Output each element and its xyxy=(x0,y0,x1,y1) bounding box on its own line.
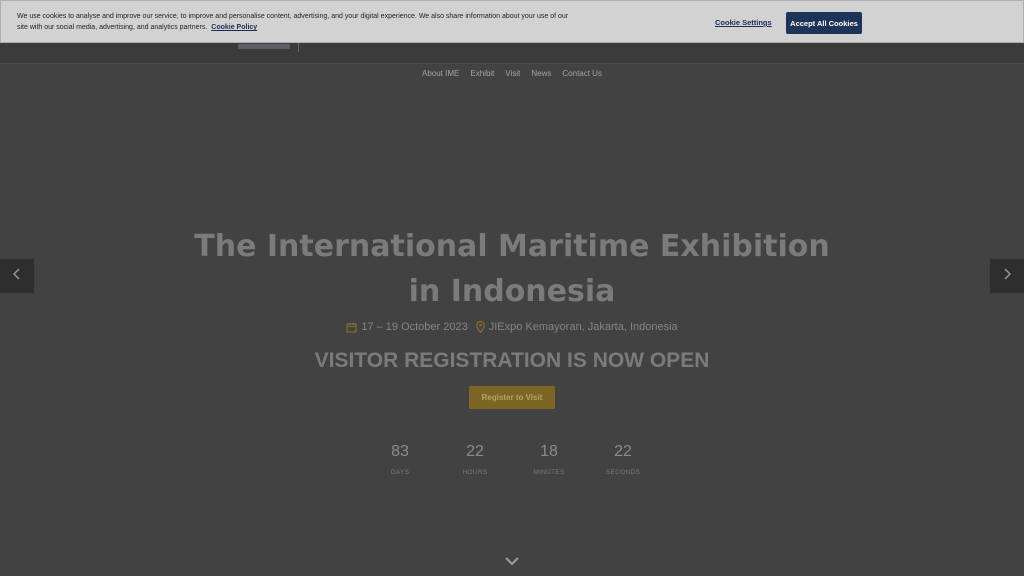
nav-contact-us[interactable]: Contact Us xyxy=(562,64,602,84)
cookie-banner: We use cookies to analyse and improve ou… xyxy=(0,0,1024,43)
cookie-policy-link[interactable]: Cookie Policy xyxy=(211,24,257,31)
hero-title-line-1: The International Maritime Exhibition xyxy=(194,229,830,264)
countdown-seconds: 22 SECONDS xyxy=(593,442,653,478)
hero-title-line-2: in Indonesia xyxy=(408,274,616,309)
countdown-hours: 22 HOURS xyxy=(445,442,505,478)
event-date: 17 – 19 October 2023 xyxy=(346,319,468,335)
scroll-down-button[interactable] xyxy=(504,554,520,566)
calendar-icon xyxy=(346,322,357,333)
countdown-minutes-label: MINUTES xyxy=(533,469,565,476)
countdown-hours-label: HOURS xyxy=(462,469,488,476)
nav-exhibit[interactable]: Exhibit xyxy=(470,64,494,84)
countdown-days-value: 83 xyxy=(391,443,409,460)
event-location-text: JIExpo Kemayoran, Jakarta, Indonesia xyxy=(488,321,678,333)
chevron-left-icon xyxy=(12,267,22,286)
map-pin-icon xyxy=(475,321,485,333)
cookie-message: We use cookies to analyse and improve ou… xyxy=(17,13,569,31)
registration-heading: VISITOR REGISTRATION IS NOW OPEN xyxy=(314,349,710,372)
countdown-minutes-value: 18 xyxy=(540,443,558,460)
cookie-message-block: We use cookies to analyse and improve ou… xyxy=(17,11,577,33)
register-to-visit-button[interactable]: Register to Visit xyxy=(469,386,555,409)
event-meta: 17 – 19 October 2023 JIExpo Kemayoran, J… xyxy=(0,319,1024,335)
event-location: JIExpo Kemayoran, Jakarta, Indonesia xyxy=(475,319,678,335)
countdown-days-label: DAYS xyxy=(390,469,410,476)
countdown-days: 83 DAYS xyxy=(370,442,430,478)
nav-about-ime[interactable]: About IME xyxy=(422,64,459,84)
carousel-next-button[interactable] xyxy=(990,259,1024,293)
accept-all-cookies-button[interactable]: Accept All Cookies xyxy=(786,12,862,34)
countdown-seconds-label: SECONDS xyxy=(605,469,641,476)
nav-visit[interactable]: Visit xyxy=(505,64,520,84)
nav-news[interactable]: News xyxy=(531,64,551,84)
countdown-hours-value: 22 xyxy=(466,443,484,460)
countdown-minutes: 18 MINUTES xyxy=(519,442,579,478)
cookie-settings-button[interactable]: Cookie Settings xyxy=(715,18,772,27)
site-logo[interactable] xyxy=(238,44,290,49)
hero-title: The International Maritime Exhibition in… xyxy=(162,224,862,314)
chevron-down-icon xyxy=(504,554,520,571)
event-date-text: 17 – 19 October 2023 xyxy=(361,321,468,333)
chevron-right-icon xyxy=(1002,267,1012,286)
countdown-seconds-value: 22 xyxy=(614,443,632,460)
main-nav: About IME Exhibit Visit News Contact Us xyxy=(0,64,1024,84)
carousel-prev-button[interactable] xyxy=(0,259,34,293)
